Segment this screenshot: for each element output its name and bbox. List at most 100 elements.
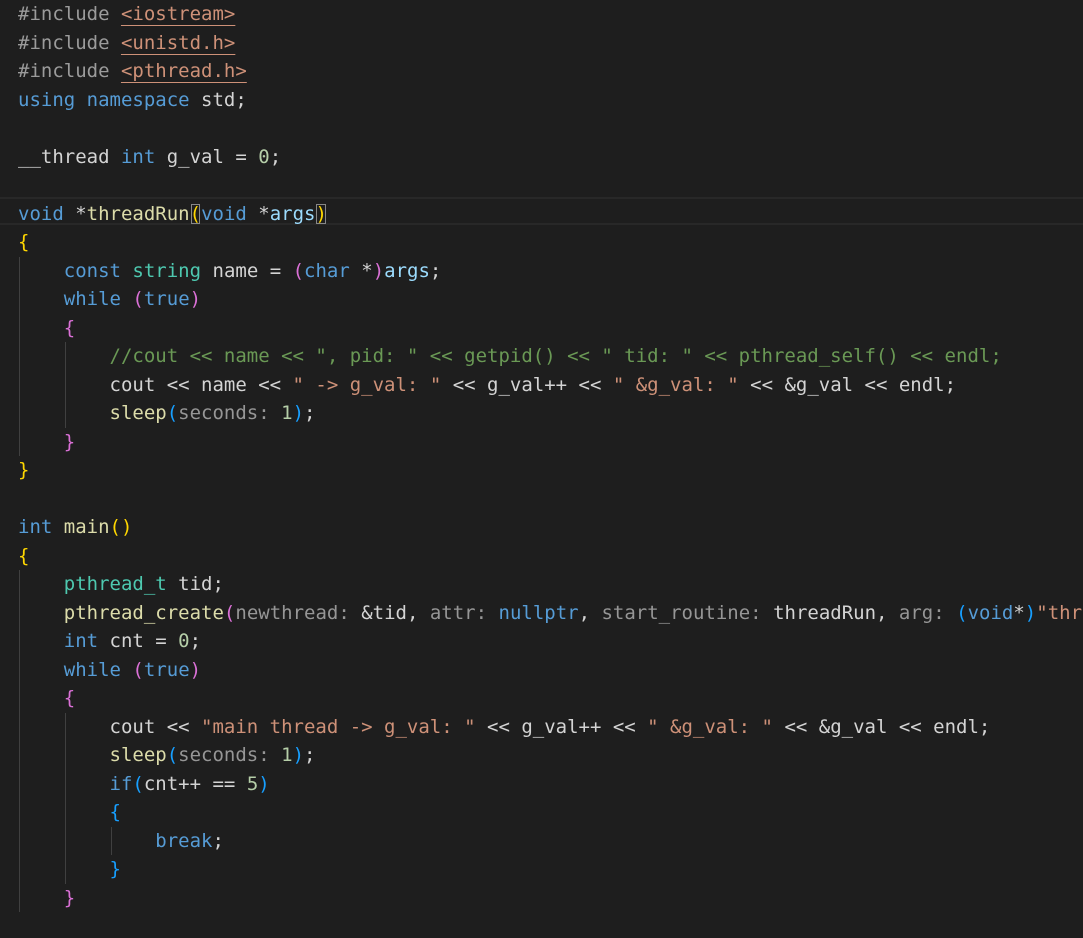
code-line[interactable]: //cout << name << ", pid: " << getpid() …: [18, 342, 1002, 371]
code-token: " &g_val: ": [612, 373, 739, 396]
code-token: std;: [189, 88, 247, 111]
code-line[interactable]: while (true): [18, 285, 201, 314]
code-line[interactable]: {: [18, 684, 75, 713]
code-line[interactable]: #include <unistd.h>: [18, 29, 235, 58]
code-token: ;: [304, 402, 316, 424]
code-token: (: [132, 658, 144, 681]
code-token: true: [143, 658, 190, 681]
code-token: ): [189, 288, 202, 310]
code-token: }: [63, 430, 76, 453]
code-line[interactable]: using namespace std;: [18, 86, 247, 115]
code-line[interactable]: __thread int g_val = 0;: [18, 143, 281, 172]
code-line[interactable]: int cnt = 0;: [18, 627, 201, 656]
code-token: (): [109, 516, 133, 538]
code-token: "main thread -> g_val: ": [201, 715, 476, 738]
code-line[interactable]: pthread_t tid;: [18, 570, 224, 599]
code-line[interactable]: }: [18, 884, 75, 913]
code-token: attr:: [429, 601, 488, 624]
code-line[interactable]: cout << "main thread -> g_val: " << g_va…: [18, 713, 991, 742]
code-token: ): [1024, 601, 1037, 624]
code-token: {: [63, 316, 76, 339]
code-token: (: [132, 772, 144, 795]
code-token: #include: [18, 31, 121, 54]
code-token: }: [63, 886, 76, 909]
code-token: &tid,: [349, 601, 430, 624]
code-line[interactable]: const string name = (char *)args;: [18, 257, 442, 286]
code-line[interactable]: void *threadRun(void *args): [18, 200, 327, 229]
code-token: ): [189, 658, 202, 681]
code-token: sleep: [109, 402, 167, 424]
code-token: using: [18, 88, 76, 111]
code-token: string: [132, 259, 202, 282]
code-token: (: [292, 259, 305, 282]
code-line[interactable]: #include <iostream>: [18, 0, 235, 29]
code-token: " -> g_val: ": [292, 373, 442, 396]
code-token: newthread:: [235, 601, 350, 624]
code-line[interactable]: }: [18, 456, 29, 485]
code-line[interactable]: cout << name << " -> g_val: " << g_val++…: [18, 371, 957, 400]
code-token: args: [269, 202, 316, 225]
code-line[interactable]: int main(): [18, 513, 132, 542]
code-token: int: [18, 516, 53, 538]
code-line[interactable]: {: [18, 314, 75, 343]
code-line[interactable]: }: [18, 855, 121, 884]
code-line[interactable]: }: [18, 428, 75, 457]
code-token: seconds:: [178, 744, 270, 766]
code-token: start_routine:: [601, 601, 762, 624]
code-line[interactable]: {: [18, 228, 29, 257]
code-token: if: [109, 772, 133, 795]
code-line[interactable]: {: [18, 542, 29, 571]
code-token: nullptr: [498, 601, 579, 624]
code-token: }: [109, 858, 121, 880]
code-token: while: [63, 658, 121, 681]
code-token: ): [292, 744, 305, 766]
code-token: *: [63, 202, 87, 225]
code-token: ;: [429, 259, 442, 282]
code-token: *: [1013, 601, 1025, 624]
code-token: <iostream>: [120, 3, 236, 25]
code-token: << g_val++ <<: [441, 373, 613, 396]
code-token: cout << name <<: [18, 373, 293, 396]
code-token: {: [109, 801, 121, 823]
code-line[interactable]: {: [18, 798, 121, 827]
code-token: void: [201, 202, 247, 225]
code-token: (: [223, 601, 236, 624]
code-line[interactable]: if(cnt++ == 5): [18, 770, 270, 799]
code-token: pthread_create: [63, 601, 224, 624]
code-editor[interactable]: #include <iostream> #include <unistd.h> #i…: [0, 0, 1083, 938]
code-token: int: [120, 145, 156, 168]
code-token: seconds:: [178, 402, 270, 424]
code-token: 0: [178, 630, 190, 652]
code-token: *: [246, 202, 270, 225]
code-line[interactable]: sleep(seconds: 1);: [18, 399, 316, 428]
code-token: (: [956, 601, 968, 624]
code-token: g_val =: [155, 145, 259, 168]
code-token: ;: [212, 829, 224, 852]
code-line[interactable]: while (true): [18, 656, 201, 685]
code-token: cnt =: [98, 630, 179, 652]
code-line[interactable]: sleep(seconds: 1);: [18, 741, 316, 770]
code-token: ,: [578, 601, 602, 624]
code-token: ): [315, 202, 327, 225]
code-token: cnt++ ==: [143, 772, 247, 795]
code-token: (: [189, 202, 202, 225]
code-token: const: [63, 259, 121, 282]
code-token: (: [166, 402, 179, 424]
code-line[interactable]: break;: [18, 827, 224, 856]
code-line[interactable]: pthread_create(newthread: &tid, attr: nu…: [18, 599, 1083, 628]
code-line[interactable]: #include <pthread.h>: [18, 57, 247, 86]
